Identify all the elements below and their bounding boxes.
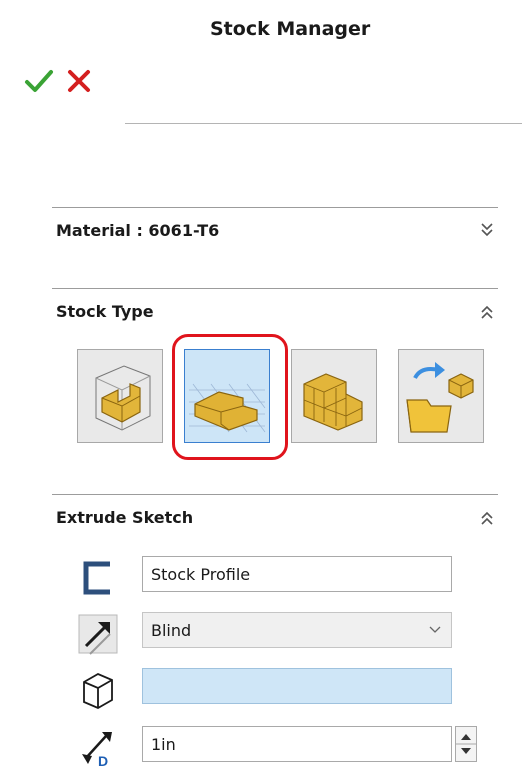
import-stock-button[interactable] [398,349,484,443]
depth-dimension-icon: D [82,732,112,768]
material-title[interactable]: Material : 6061-T6 [56,221,219,240]
group-separator [52,494,498,495]
collapse-chevron-icon[interactable] [480,304,494,320]
import-stock-icon [406,362,474,433]
face-selection-field[interactable] [142,668,452,704]
cancel-x-icon[interactable] [66,68,92,94]
stock-type-title[interactable]: Stock Type [56,302,154,321]
end-condition-value: Blind [151,621,192,640]
panel-title: Stock Manager [210,18,371,40]
ok-check-icon[interactable] [24,66,54,96]
collapse-chevron-icon[interactable] [480,510,494,526]
group-separator [52,207,498,208]
material-group: Material : 6061-T6 [52,207,498,247]
expand-chevron-icon[interactable] [480,221,494,237]
depth-value: 1in [151,735,176,754]
depth-input[interactable]: 1in [142,726,452,762]
spinner-arrows-icon [456,734,476,754]
reverse-direction-icon[interactable] [76,612,120,656]
extrude-sketch-title[interactable]: Extrude Sketch [56,508,193,527]
stl-stock-icon [303,373,363,431]
bounding-box-stock-icon [95,365,151,431]
profile-value: Stock Profile [151,565,251,584]
header-divider [125,123,522,124]
sketch-profile-icon [83,561,110,595]
extrude-sketch-group: Extrude Sketch [52,494,498,534]
chevron-down-icon [429,626,441,633]
depth-spinner[interactable] [455,726,477,762]
group-separator [52,288,498,289]
selected-option-highlight [172,334,288,460]
end-condition-select[interactable]: Blind [142,612,452,648]
bounding-box-stock-button[interactable] [77,349,163,443]
stl-stock-button[interactable] [291,349,377,443]
profile-field[interactable]: Stock Profile [142,556,452,592]
svg-text:D: D [98,753,108,768]
stock-type-group: Stock Type [52,288,498,328]
face-selection-icon [83,672,113,710]
